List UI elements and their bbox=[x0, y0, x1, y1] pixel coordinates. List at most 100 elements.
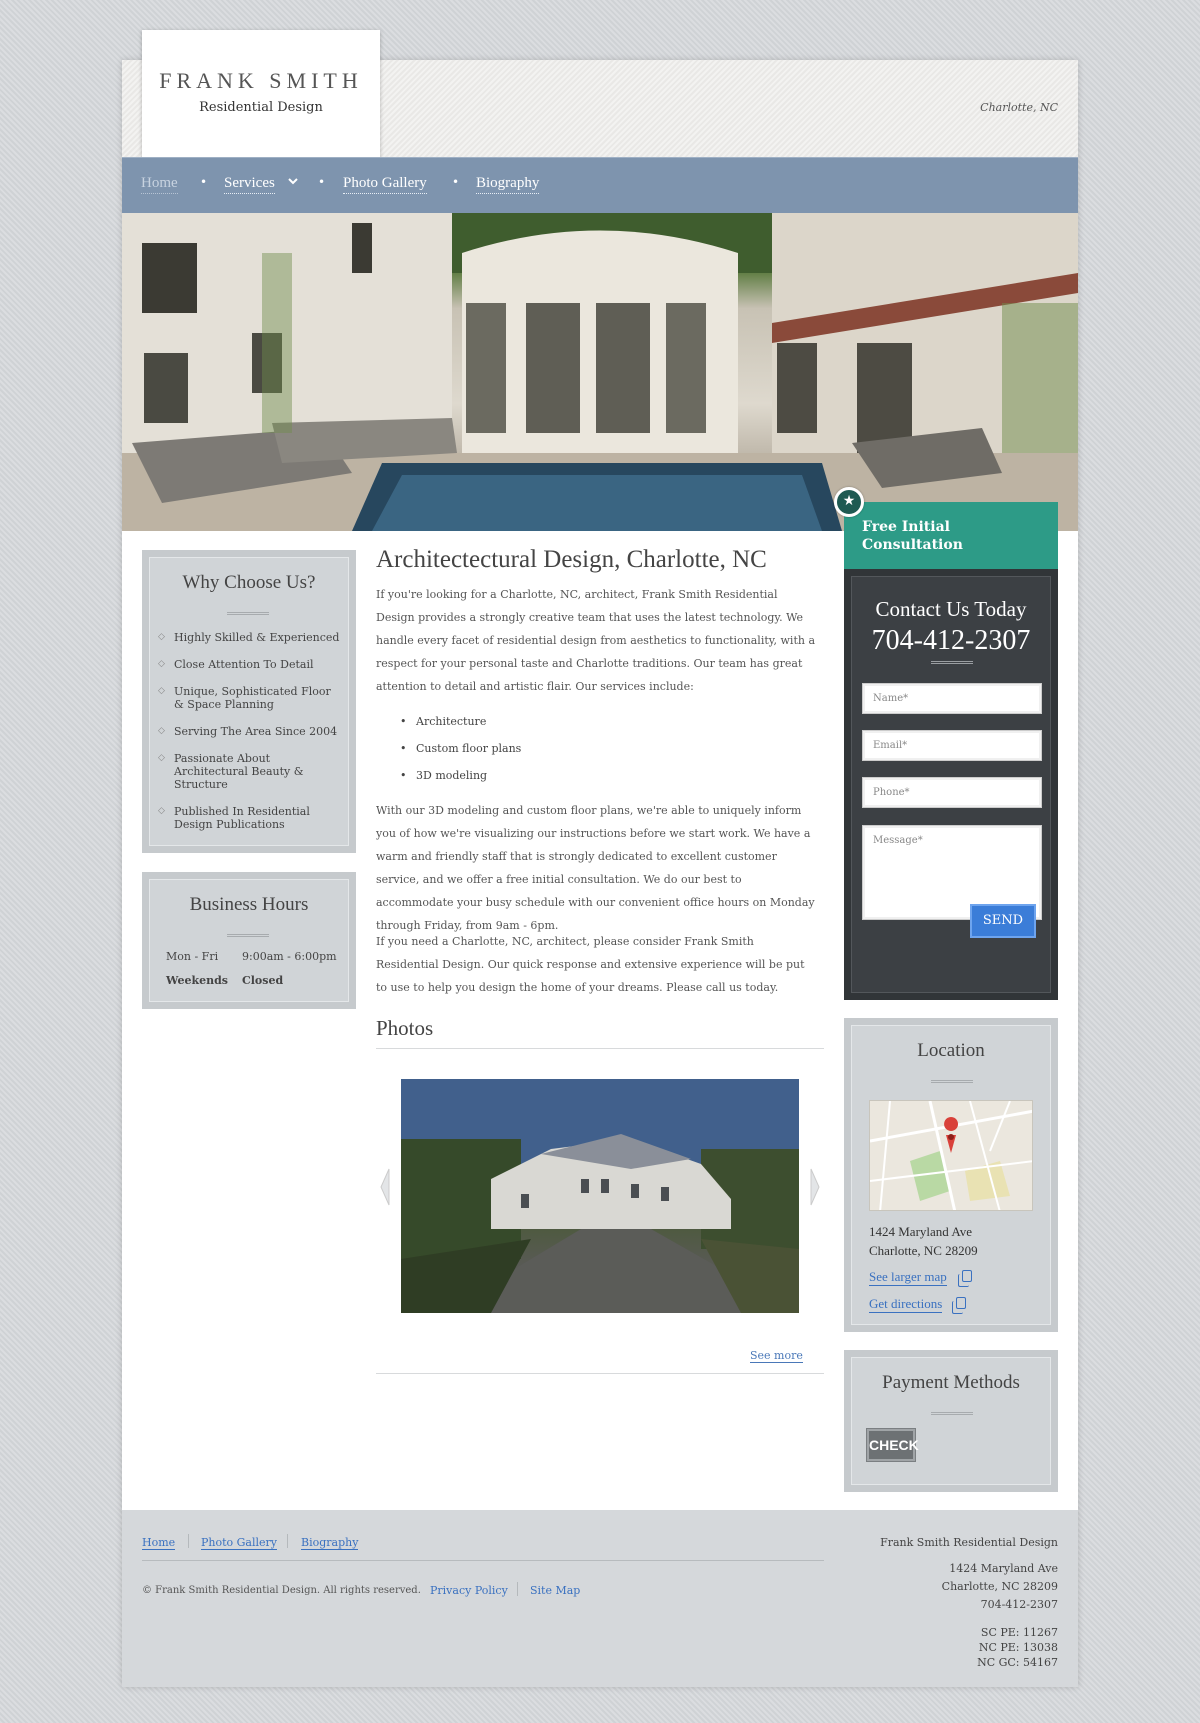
consultation-line-2: Consultation bbox=[862, 537, 963, 553]
get-directions-link[interactable]: Get directions bbox=[869, 1296, 943, 1313]
privacy-policy-link[interactable]: Privacy Policy bbox=[430, 1584, 508, 1597]
footer-license: NC PE: 13038 bbox=[978, 1641, 1058, 1654]
hero-image bbox=[122, 213, 1078, 531]
location-box: Location 1424 Maryland Ave Charlotte, NC… bbox=[844, 1018, 1058, 1332]
business-hours-box: Business Hours Mon - Fri 9:00am - 6:00pm… bbox=[142, 872, 356, 1009]
phone-field[interactable]: Phone* bbox=[862, 777, 1042, 808]
footer-separator bbox=[188, 1534, 189, 1548]
page: FRANK SMITH Residential Design Charlotte… bbox=[122, 30, 1078, 1687]
page-title: Architectectural Design, Charlotte, NC bbox=[376, 546, 767, 573]
header-location: Charlotte, NC bbox=[980, 101, 1058, 114]
service-item: • Custom floor plans bbox=[400, 742, 521, 755]
why-item-text: Unique, Sophisticated Floor & Space Plan… bbox=[174, 685, 331, 711]
footer-license: NC GC: 54167 bbox=[977, 1656, 1058, 1669]
nav-biography[interactable]: Biography bbox=[476, 175, 540, 194]
footer-link-home[interactable]: Home bbox=[142, 1536, 176, 1550]
hours-row: Mon - Fri 9:00am - 6:00pm bbox=[166, 950, 337, 963]
why-choose-us-box: Why Choose Us? ◇ Highly Skilled & Experie… bbox=[142, 550, 356, 853]
footer-license: SC PE: 11267 bbox=[980, 1626, 1058, 1639]
why-item: ◇ Serving The Area Since 2004 bbox=[158, 725, 344, 738]
why-item: ◇ Close Attention To Detail bbox=[158, 658, 344, 671]
photos-title: Photos bbox=[376, 1016, 434, 1040]
chevron-down-icon[interactable] bbox=[288, 177, 298, 185]
external-link-icon[interactable] bbox=[952, 1297, 966, 1314]
gallery-photo[interactable] bbox=[401, 1079, 799, 1313]
diamond-bullet-icon: ◇ bbox=[158, 659, 165, 669]
slider-next-icon[interactable] bbox=[810, 1168, 820, 1206]
title-divider bbox=[227, 612, 269, 615]
nav-separator: • bbox=[200, 175, 208, 189]
location-title: Location bbox=[917, 1040, 985, 1061]
hours-row: Weekends Closed bbox=[166, 974, 283, 987]
hours-time: Closed bbox=[242, 974, 284, 987]
photos-bottom-divider bbox=[376, 1373, 824, 1374]
location-address-line2: Charlotte, NC 28209 bbox=[869, 1243, 978, 1258]
location-inner: Location 1424 Maryland Ave Charlotte, NC… bbox=[851, 1025, 1051, 1325]
footer-link-biography[interactable]: Biography bbox=[301, 1536, 359, 1550]
check-label: CHECK bbox=[869, 1431, 919, 1459]
nav-services[interactable]: Services bbox=[224, 175, 275, 194]
logo-tagline: Residential Design bbox=[199, 100, 323, 115]
why-item-text: Serving The Area Since 2004 bbox=[174, 725, 338, 738]
copyright: © Frank Smith Residential Design. All ri… bbox=[142, 1585, 421, 1596]
contact-form-inner: Contact Us Today 704-412-2307 Name* Emai… bbox=[851, 576, 1051, 993]
intro-paragraph: If you're looking for a Charlotte, NC, a… bbox=[376, 588, 816, 693]
business-hours-title: Business Hours bbox=[189, 894, 309, 915]
why-item-text: Highly Skilled & Experienced bbox=[174, 631, 340, 644]
logo[interactable]: FRANK SMITH Residential Design bbox=[142, 30, 380, 158]
see-more-link[interactable]: See more bbox=[750, 1349, 803, 1363]
logo-name: FRANK SMITH bbox=[159, 68, 363, 93]
hours-day: Mon - Fri bbox=[166, 950, 219, 963]
hero-house-picture bbox=[122, 213, 1078, 531]
location-map[interactable] bbox=[869, 1100, 1033, 1211]
why-item: ◇ Passionate About Architectural Beauty &… bbox=[158, 752, 344, 791]
slider-prev-icon[interactable] bbox=[380, 1168, 390, 1206]
site-map-link[interactable]: Site Map bbox=[530, 1584, 580, 1597]
free-consultation-label: Free Initial Consultation bbox=[862, 518, 963, 554]
contact-title: Contact Us Today bbox=[875, 597, 1027, 621]
bullet: • bbox=[400, 742, 407, 755]
email-field[interactable]: Email* bbox=[862, 730, 1042, 761]
bullet: • bbox=[400, 769, 407, 782]
title-divider bbox=[931, 1080, 973, 1083]
why-item-text: Published In Residential Design Publicat… bbox=[174, 805, 310, 831]
nav-home[interactable]: Home bbox=[141, 175, 178, 194]
why-choose-us-title: Why Choose Us? bbox=[182, 572, 316, 593]
consultation-line-1: Free Initial bbox=[862, 519, 950, 535]
why-choose-us-inner: Why Choose Us? ◇ Highly Skilled & Experie… bbox=[149, 557, 349, 846]
contact-phone[interactable]: 704-412-2307 bbox=[852, 625, 1050, 657]
payment-methods-box: Payment Methods CHECK bbox=[844, 1350, 1058, 1492]
title-divider bbox=[931, 1412, 973, 1415]
payment-methods-inner: Payment Methods CHECK bbox=[851, 1357, 1051, 1485]
service-item: • Architecture bbox=[400, 715, 487, 728]
external-link-icon[interactable] bbox=[958, 1270, 972, 1287]
title-divider bbox=[931, 661, 973, 664]
footer: Home Photo Gallery Biography © Frank Smi… bbox=[122, 1510, 1078, 1687]
contact-form-box: Contact Us Today 704-412-2307 Name* Emai… bbox=[844, 569, 1058, 1000]
nav-photo-gallery[interactable]: Photo Gallery bbox=[343, 175, 427, 194]
closing-paragraph: If you need a Charlotte, NC, architect, … bbox=[376, 935, 805, 994]
service-label: Architecture bbox=[416, 715, 487, 728]
bullet: • bbox=[400, 715, 407, 728]
map-picture bbox=[870, 1101, 1032, 1210]
why-item: ◇ Highly Skilled & Experienced bbox=[158, 631, 344, 644]
footer-divider bbox=[142, 1560, 824, 1561]
why-item: ◇ Published In Residential Design Publica… bbox=[158, 805, 344, 831]
send-button[interactable]: SEND bbox=[970, 904, 1036, 938]
diamond-bullet-icon: ◇ bbox=[158, 726, 165, 736]
payment-methods-title: Payment Methods bbox=[882, 1372, 1020, 1393]
title-divider bbox=[227, 934, 269, 937]
footer-separator bbox=[287, 1534, 288, 1548]
why-item-text: Passionate About Architectural Beauty & … bbox=[174, 752, 304, 791]
footer-phone: 704-412-2307 bbox=[980, 1598, 1058, 1611]
footer-address-line1: 1424 Maryland Ave bbox=[949, 1562, 1058, 1575]
mansion-picture bbox=[401, 1079, 799, 1313]
name-field[interactable]: Name* bbox=[862, 683, 1042, 714]
diamond-bullet-icon: ◇ bbox=[158, 806, 165, 816]
see-larger-map-link[interactable]: See larger map bbox=[869, 1269, 947, 1286]
footer-company: Frank Smith Residential Design bbox=[880, 1536, 1058, 1549]
star-icon: ★ bbox=[834, 487, 864, 517]
free-consultation-banner: Free Initial Consultation bbox=[844, 502, 1058, 569]
diamond-bullet-icon: ◇ bbox=[158, 632, 165, 642]
footer-link-photo-gallery[interactable]: Photo Gallery bbox=[201, 1536, 278, 1550]
